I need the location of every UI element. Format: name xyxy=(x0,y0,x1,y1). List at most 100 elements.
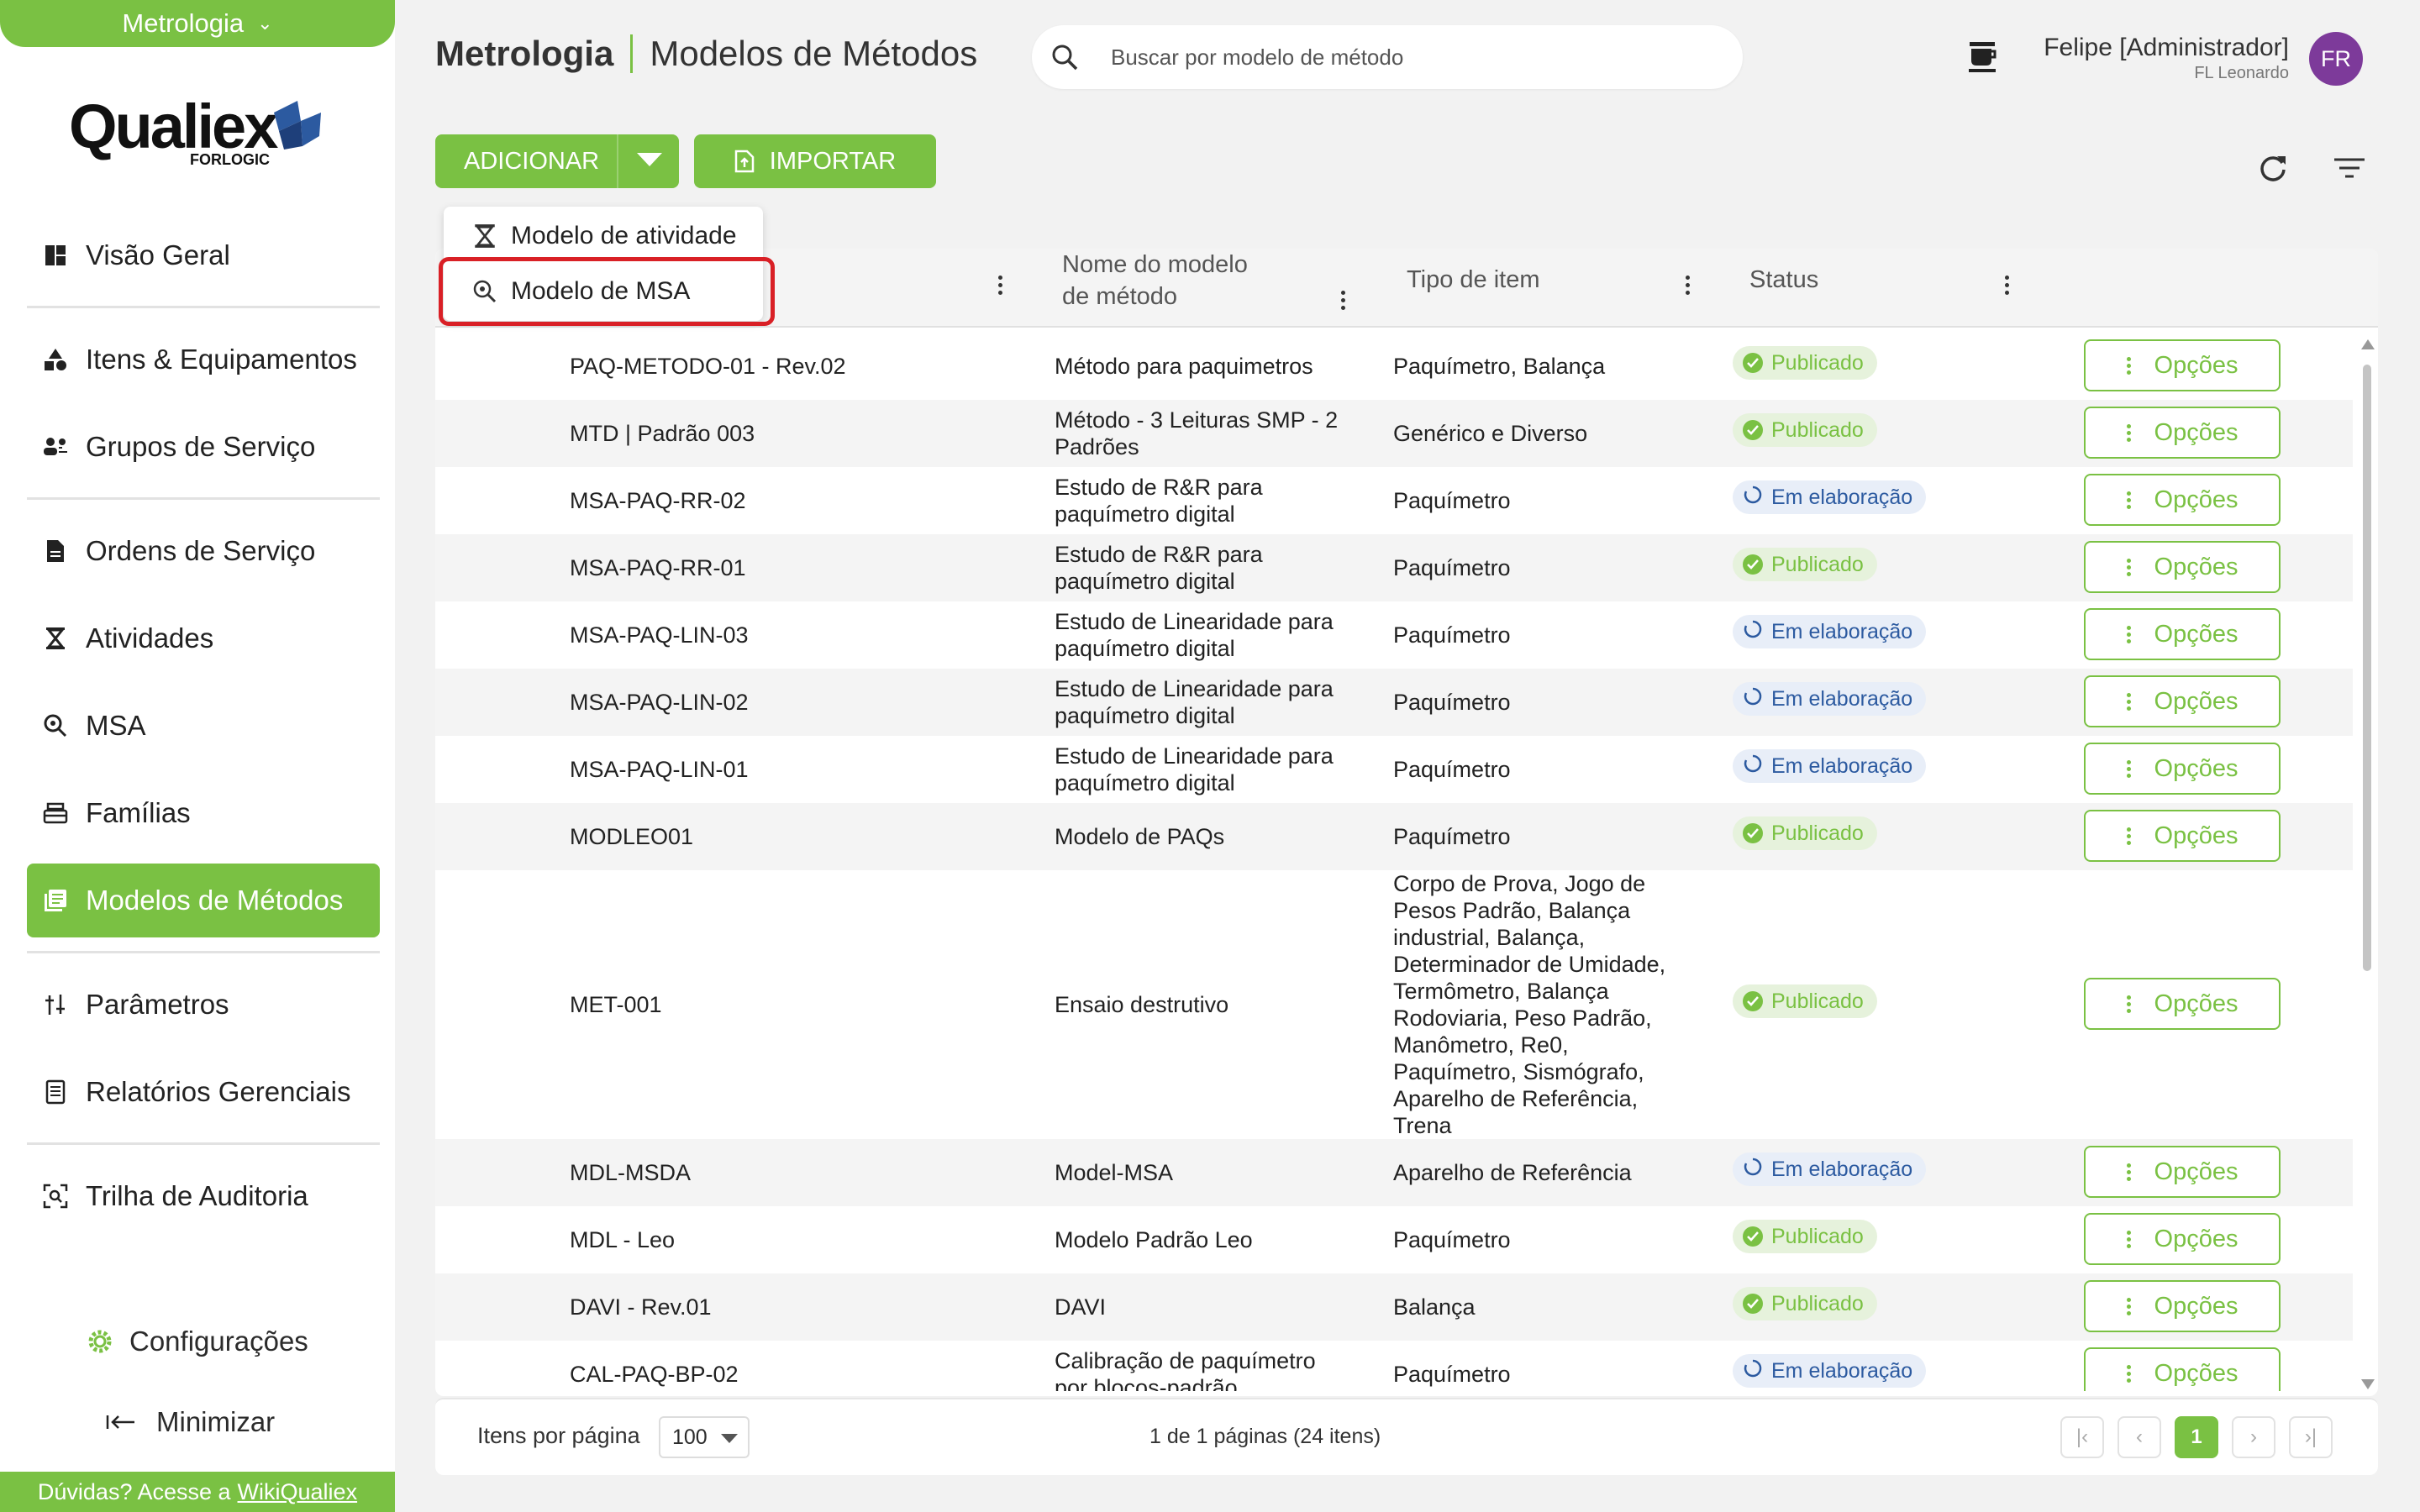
user-info[interactable]: Felipe [Administrador] FL Leonardo xyxy=(2044,34,2289,83)
status-badge: Publicado xyxy=(1733,1287,1877,1320)
table-row[interactable]: MTD | Padrão 003 Método - 3 Leituras SMP … xyxy=(435,400,2353,467)
column-menu-icon[interactable] xyxy=(1341,291,1346,313)
sidebar-item-ordens-servico[interactable]: Ordens de Serviço xyxy=(27,514,380,588)
options-label: Opções xyxy=(2154,620,2238,648)
table-row[interactable]: DAVI - Rev.01 DAVI Balança Publicado Opções xyxy=(435,1273,2353,1341)
per-page-select[interactable]: 100 xyxy=(659,1416,750,1458)
table-row[interactable]: MODLEO01 Modelo de PAQs Paquímetro Publicad… xyxy=(435,803,2353,870)
per-page-label: Itens por página xyxy=(477,1423,640,1448)
caret-down-icon[interactable] xyxy=(637,153,662,166)
refresh-icon[interactable] xyxy=(2257,153,2289,191)
module-switcher[interactable]: Metrologia ⌄ xyxy=(0,0,395,47)
settings-button[interactable]: Configurações xyxy=(87,1326,308,1357)
status-label: Publicado xyxy=(1771,1291,1864,1315)
column-header-name[interactable]: Nome do modelo de método xyxy=(1062,249,1248,312)
first-page-button[interactable]: |‹ xyxy=(2060,1416,2104,1458)
search-input[interactable] xyxy=(1111,44,1699,71)
user-org: FL Leonardo xyxy=(2194,64,2289,82)
cell-item-type: Balança xyxy=(1393,1294,1476,1320)
table-row[interactable]: CAL-PAQ-BP-02 Calibração de paquímetro po… xyxy=(435,1341,2353,1391)
cell-name: Model-MSA xyxy=(1055,1160,1174,1185)
column-menu-icon[interactable] xyxy=(998,276,1003,298)
sidebar-item-relatorios[interactable]: Relatórios Gerenciais xyxy=(27,1055,380,1129)
scroll-up-icon[interactable] xyxy=(2361,339,2375,349)
file-upload-icon xyxy=(734,150,755,173)
logo-mark-icon xyxy=(274,101,321,150)
sidebar-item-grupos-servico[interactable]: Grupos de Serviço xyxy=(27,410,380,484)
options-button[interactable]: Opções xyxy=(2084,743,2281,795)
vertical-dots-icon xyxy=(2126,354,2131,377)
options-button[interactable]: Opções xyxy=(2084,1213,2281,1265)
wiki-link[interactable]: WikiQualiex xyxy=(238,1479,358,1505)
table-scrollbar[interactable] xyxy=(2360,339,2375,1389)
sidebar-item-msa[interactable]: MSA xyxy=(27,689,380,763)
sidebar-item-modelos-metodos[interactable]: Modelos de Métodos xyxy=(27,864,380,937)
menu-item-modelo-atividade[interactable]: Modelo de atividade xyxy=(472,215,737,257)
options-button[interactable]: Opções xyxy=(2084,339,2281,391)
scroll-down-icon[interactable] xyxy=(2361,1379,2375,1389)
table-row[interactable]: MDL-MSDA Model-MSA Aparelho de Referência E… xyxy=(435,1139,2353,1206)
cell-code: MSA-PAQ-RR-02 xyxy=(570,488,746,513)
cell-name: Estudo de R&R para paquímetro digital xyxy=(1055,475,1263,527)
options-button[interactable]: Opções xyxy=(2084,474,2281,526)
status-label: Publicado xyxy=(1771,989,1864,1013)
sidebar-item-visao-geral[interactable]: Visão Geral xyxy=(27,218,380,292)
cell-item-type: Paquímetro xyxy=(1393,690,1511,715)
column-menu-icon[interactable] xyxy=(2005,276,2010,298)
cell-item-type: Paquímetro xyxy=(1393,1227,1511,1252)
sidebar-item-label: Trilha de Auditoria xyxy=(86,1180,308,1211)
table-row[interactable]: PAQ-METODO-01 - Rev.02 Método para paquim… xyxy=(435,333,2353,400)
options-button[interactable]: Opções xyxy=(2084,1146,2281,1198)
page-button-current[interactable]: 1 xyxy=(2175,1416,2218,1458)
avatar[interactable]: FR xyxy=(2309,32,2363,86)
options-button[interactable]: Opções xyxy=(2084,1347,2281,1391)
last-page-button[interactable]: ›| xyxy=(2289,1416,2333,1458)
options-button[interactable]: Opções xyxy=(2084,608,2281,660)
sidebar-item-atividades[interactable]: Atividades xyxy=(27,601,380,675)
cell-item-type: Paquímetro xyxy=(1393,1362,1511,1387)
nav-divider xyxy=(27,1142,380,1145)
table-row[interactable]: MET-001 Ensaio destrutivo Corpo de Prova, … xyxy=(435,870,2353,1139)
options-button[interactable]: Opções xyxy=(2084,1280,2281,1332)
options-button[interactable]: Opções xyxy=(2084,541,2281,593)
options-button[interactable]: Opções xyxy=(2084,675,2281,727)
status-label: Em elaboração xyxy=(1771,619,1913,643)
status-label: Em elaboração xyxy=(1771,1358,1913,1383)
scrollbar-thumb[interactable] xyxy=(2363,365,2371,971)
sidebar-item-itens-equipamentos[interactable]: Itens & Equipamentos xyxy=(27,323,380,396)
filter-icon[interactable] xyxy=(2333,156,2366,187)
table-body: PAQ-METODO-01 - Rev.02 Método para paquim… xyxy=(435,333,2353,1391)
table-row[interactable]: MSA-PAQ-RR-01 Estudo de R&R para paquímet… xyxy=(435,534,2353,601)
sidebar-item-label: Modelos de Métodos xyxy=(86,885,344,916)
column-header-status[interactable]: Status xyxy=(1749,264,1818,296)
table-row[interactable]: MSA-PAQ-LIN-03 Estudo de Linearidade para… xyxy=(435,601,2353,669)
options-button[interactable]: Opções xyxy=(2084,407,2281,459)
prev-page-button[interactable]: ‹ xyxy=(2118,1416,2161,1458)
coffee-icon[interactable] xyxy=(1966,40,1998,80)
column-header-type[interactable]: Tipo de item xyxy=(1407,264,1540,296)
table-row[interactable]: MSA-PAQ-LIN-01 Estudo de Linearidade para… xyxy=(435,736,2353,803)
column-menu-icon[interactable] xyxy=(1686,276,1691,298)
next-page-button[interactable]: › xyxy=(2232,1416,2275,1458)
method-models-table: Nome do modelo de método Tipo de item St… xyxy=(435,249,2378,1396)
sidebar-item-label: Parâmetros xyxy=(86,989,229,1020)
table-row[interactable]: MSA-PAQ-RR-02 Estudo de R&R para paquímet… xyxy=(435,467,2353,534)
options-button[interactable]: Opções xyxy=(2084,978,2281,1030)
table-row[interactable]: MDL - Leo Modelo Padrão Leo Paquímetro Publ… xyxy=(435,1206,2353,1273)
column-header-name-l2: de método xyxy=(1062,283,1178,310)
cell-code: MSA-PAQ-LIN-02 xyxy=(570,690,749,715)
import-button[interactable]: IMPORTAR xyxy=(694,134,936,188)
options-label: Opções xyxy=(2154,754,2238,782)
sidebar-item-familias[interactable]: Famílias xyxy=(27,776,380,850)
add-button[interactable]: ADICIONAR xyxy=(435,134,679,188)
table-row[interactable]: MSA-PAQ-LIN-02 Estudo de Linearidade para… xyxy=(435,669,2353,736)
options-button[interactable]: Opções xyxy=(2084,810,2281,862)
sidebar-item-parametros[interactable]: Parâmetros xyxy=(27,968,380,1042)
minimize-button[interactable]: Minimizar xyxy=(106,1406,275,1438)
sidebar-item-trilha-auditoria[interactable]: Trilha de Auditoria xyxy=(27,1159,380,1233)
cell-name: Ensaio destrutivo xyxy=(1055,992,1229,1017)
status-badge: Publicado xyxy=(1733,816,1877,850)
cell-name: Estudo de Linearidade para paquímetro di… xyxy=(1055,676,1334,728)
add-button-label: ADICIONAR xyxy=(464,147,600,175)
status-badge: Em elaboração xyxy=(1733,682,1927,716)
